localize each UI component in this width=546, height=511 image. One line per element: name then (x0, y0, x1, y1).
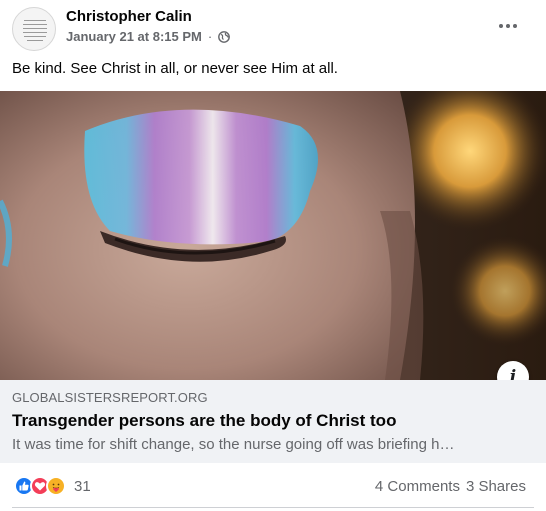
post-timestamp[interactable]: January 21 at 8:15 PM (66, 29, 202, 44)
engagement-stats: 4 Comments 3 Shares (375, 478, 526, 495)
reactions-summary[interactable]: 31 (14, 476, 91, 496)
shares-count[interactable]: 3 Shares (466, 478, 526, 495)
link-preview[interactable]: i GLOBALSISTERSREPORT.ORG Transgender pe… (0, 91, 546, 463)
link-preview-body[interactable]: GLOBALSISTERSREPORT.ORG Transgender pers… (0, 380, 546, 463)
link-preview-image[interactable] (0, 91, 546, 380)
author-name[interactable]: Christopher Calin (66, 8, 192, 25)
reaction-count[interactable]: 31 (74, 478, 91, 495)
feed-post: Christopher Calin January 21 at 8:15 PM … (0, 0, 546, 511)
globe-icon[interactable] (218, 30, 231, 43)
link-description: It was time for shift change, so the nur… (12, 436, 455, 453)
link-domain: GLOBALSISTERSREPORT.ORG (12, 390, 208, 405)
comments-count[interactable]: 4 Comments (375, 478, 460, 495)
link-title[interactable]: Transgender persons are the body of Chri… (12, 411, 396, 431)
post-footer: 31 4 Comments 3 Shares (0, 466, 546, 506)
care-icon (46, 476, 66, 496)
post-header: Christopher Calin January 21 at 8:15 PM … (0, 0, 546, 56)
avatar[interactable] (12, 7, 56, 51)
post-meta: January 21 at 8:15 PM · (66, 29, 231, 44)
post-message: Be kind. See Christ in all, or never see… (12, 60, 338, 77)
meta-separator: · (207, 29, 213, 44)
footer-divider (12, 507, 534, 508)
more-options-icon[interactable] (490, 12, 526, 40)
